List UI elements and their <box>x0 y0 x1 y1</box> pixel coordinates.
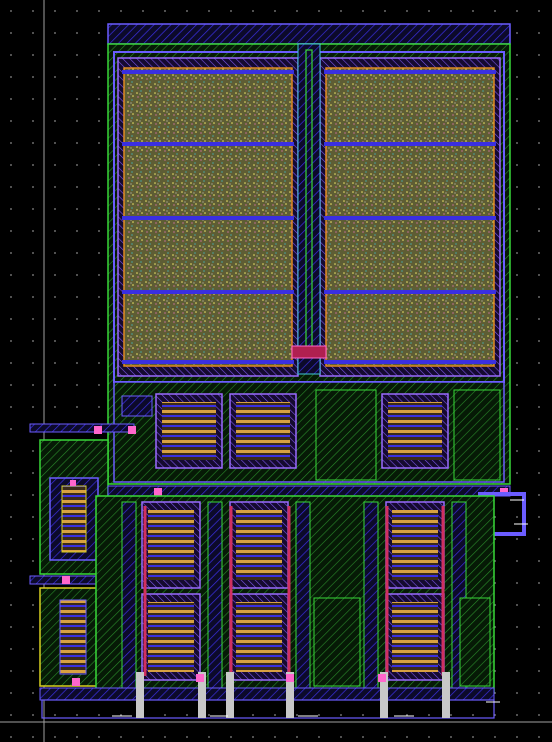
input-wire <box>29 423 135 433</box>
dummy-block-mid <box>315 389 377 481</box>
bus-rail-contact-left[interactable] <box>154 488 162 496</box>
dummy-block-bottom <box>313 597 361 687</box>
mos-e-lower-fingers <box>236 602 282 672</box>
capacitor-array-cell[interactable] <box>107 23 511 485</box>
top-rail-metal <box>107 23 511 45</box>
bus-rail-horizontal <box>107 485 511 497</box>
mos-c-fingers <box>388 402 442 460</box>
mos-d-lower-fingers <box>148 602 194 672</box>
mos-d-upper-fingers <box>148 510 194 580</box>
bias-contact[interactable] <box>62 576 70 584</box>
small-gate-left <box>121 395 153 417</box>
center-spine-metal <box>297 43 321 375</box>
input-contact-left[interactable] <box>94 426 102 434</box>
dummy-block-right <box>453 389 501 481</box>
input-contact-right[interactable] <box>128 426 136 434</box>
mos-f-lower-fingers <box>392 602 438 672</box>
bottom-rail <box>39 687 495 701</box>
layout-canvas[interactable] <box>0 0 552 742</box>
mos-b-fingers <box>236 402 290 460</box>
column-strap-4 <box>363 501 379 691</box>
mos-e-upper-fingers <box>236 510 282 580</box>
dummy-block-bottom-right <box>459 597 491 687</box>
column-strap-3 <box>295 501 311 691</box>
bottom-transistor-array[interactable] <box>39 485 528 719</box>
column-strap-2 <box>207 501 223 691</box>
mos-a-fingers <box>162 402 216 460</box>
mos-f-upper-fingers <box>392 510 438 580</box>
resistor-contact[interactable] <box>70 480 76 486</box>
column-strap-1 <box>121 501 137 691</box>
center-contact-block[interactable] <box>291 345 327 359</box>
lower-resistor-body[interactable] <box>59 599 87 675</box>
resistor-body[interactable] <box>61 485 87 553</box>
